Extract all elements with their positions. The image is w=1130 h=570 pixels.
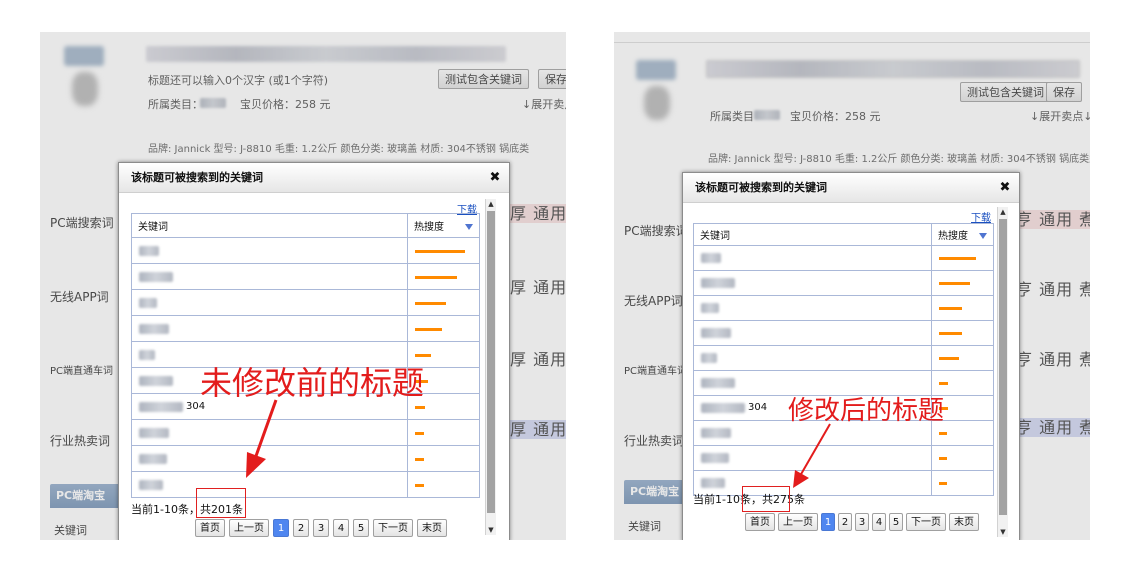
annotation-arrows [246, 399, 831, 488]
arrow-left [246, 399, 278, 478]
arrow-right [793, 423, 831, 488]
